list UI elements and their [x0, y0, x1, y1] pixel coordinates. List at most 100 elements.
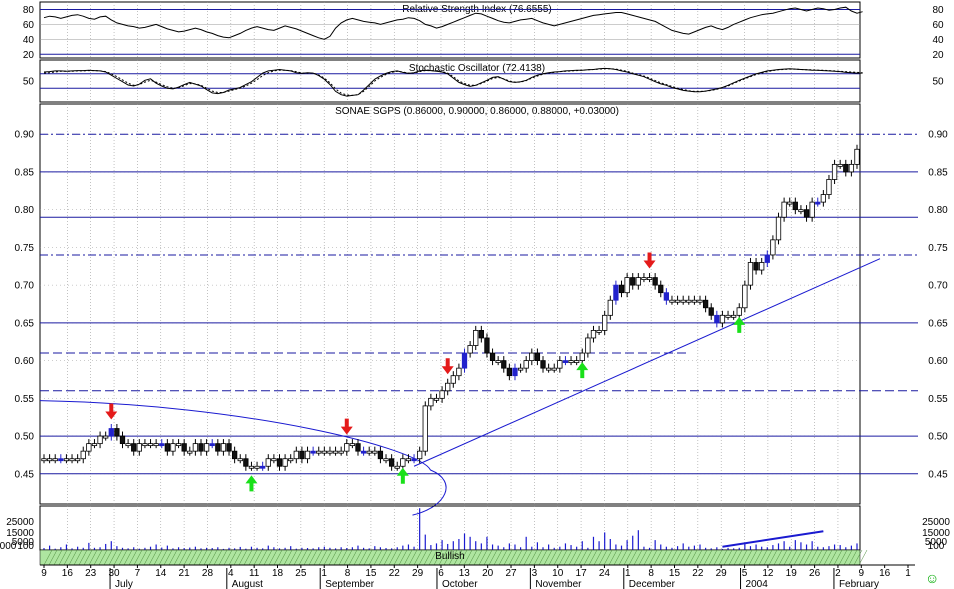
candle-body — [540, 360, 546, 369]
candle-body — [243, 458, 249, 467]
candle-body — [512, 367, 518, 377]
candle-body — [394, 465, 400, 469]
stochastic-tick-right: 50 — [932, 77, 944, 88]
candle-body — [708, 307, 714, 316]
candle-body — [809, 201, 815, 218]
candle-body — [125, 443, 131, 447]
stock-chart: Relative Strength Index (76.6555) 80 8060… — [0, 0, 954, 589]
x-day-label: 18 — [272, 568, 284, 579]
x-day-label: 8 — [345, 568, 351, 579]
x-day-label: 20 — [482, 568, 494, 579]
rsi-tick-left: 60 — [23, 20, 35, 31]
candle-body — [562, 360, 569, 364]
candle-body — [798, 209, 804, 213]
candle-body — [630, 277, 636, 286]
price-tick-right: 0.85 — [928, 167, 948, 178]
candle-body — [719, 314, 726, 324]
x-day-label: 11 — [249, 568, 260, 579]
price-tick-right: 0.55 — [928, 394, 948, 405]
candle-body — [742, 284, 748, 309]
candle-body — [422, 405, 428, 452]
x-day-label: 22 — [692, 568, 704, 579]
volume-tick-left: 100 — [17, 541, 34, 552]
candle-body — [433, 397, 440, 401]
candle-body — [220, 443, 227, 452]
candle-body — [69, 458, 75, 462]
x-month-label: December — [629, 579, 676, 589]
candle-body — [338, 450, 344, 454]
price-tick-left: 0.65 — [15, 318, 35, 329]
candle-body — [478, 330, 484, 339]
candle-body — [590, 330, 597, 339]
x-day-label: 7 — [135, 568, 141, 579]
x-day-label: 2 — [835, 568, 841, 579]
candle-body — [473, 330, 479, 346]
x-day-label: 1 — [625, 568, 631, 579]
price-tick-left: 0.50 — [15, 432, 35, 443]
candle-body — [837, 163, 843, 167]
candle-body — [669, 299, 675, 303]
candle-body — [97, 435, 103, 445]
candle-body — [635, 277, 641, 286]
price-tick-right: 0.45 — [928, 469, 948, 480]
candle-body — [764, 254, 770, 263]
candle-body — [400, 458, 406, 467]
candle-body — [405, 458, 412, 462]
rsi-tick-left: 40 — [23, 35, 35, 46]
candle-body — [848, 163, 855, 173]
candle-body — [271, 458, 277, 462]
candle-body — [203, 443, 210, 452]
candle-body — [557, 360, 563, 369]
candle-body — [551, 367, 557, 371]
stochastic-title: Stochastic Oscillator (72.4138) — [409, 63, 545, 74]
price-tick-right: 0.90 — [928, 130, 948, 141]
candle-body — [736, 307, 742, 316]
x-day-label: 3 — [532, 568, 538, 579]
candle-body — [58, 458, 64, 462]
bullish-label: Bullish — [435, 551, 464, 562]
candle-body — [495, 360, 501, 364]
x-day-label: 24 — [599, 568, 611, 579]
x-day-label: 13 — [459, 568, 471, 579]
x-day-label: 9 — [859, 568, 865, 579]
price-tick-left: 0.60 — [15, 356, 35, 367]
price-tick-left: 0.55 — [15, 394, 35, 405]
price-tick-left: 0.90 — [15, 130, 35, 141]
candle-body — [231, 450, 238, 460]
candle-body — [80, 450, 86, 460]
candle-body — [366, 450, 372, 454]
candle-body — [119, 435, 126, 445]
x-day-label: 16 — [62, 568, 74, 579]
candle-body — [142, 443, 148, 447]
candle-body — [663, 292, 670, 301]
candle-body — [293, 450, 299, 460]
candle-body — [209, 443, 215, 447]
candle-body — [574, 360, 580, 364]
candle-body — [114, 428, 120, 437]
candle-body — [759, 262, 765, 271]
candle-body — [321, 450, 327, 454]
candle-body — [265, 458, 271, 467]
candle-body — [344, 443, 350, 452]
candle-body — [674, 299, 681, 303]
x-day-label: 22 — [389, 568, 401, 579]
candle-body — [316, 450, 322, 454]
candle-body — [826, 179, 832, 195]
x-day-label: 29 — [412, 568, 424, 579]
candle-body — [170, 443, 176, 452]
x-day-label: 25 — [295, 568, 307, 579]
price-tick-right: 0.65 — [928, 318, 948, 329]
price-tick-right: 0.75 — [928, 243, 948, 254]
price-tick-right: 0.70 — [928, 281, 948, 292]
candle-body — [697, 299, 703, 303]
candle-body — [545, 367, 552, 371]
x-day-label: 1 — [321, 568, 327, 579]
x-day-label: 12 — [762, 568, 774, 579]
candle-body — [192, 443, 199, 452]
candle-body — [602, 314, 608, 331]
candle-body — [781, 201, 787, 218]
x-day-label: 26 — [809, 568, 821, 579]
rsi-tick-left: 80 — [23, 5, 35, 16]
candle-body — [843, 163, 849, 173]
x-day-label: 15 — [365, 568, 377, 579]
